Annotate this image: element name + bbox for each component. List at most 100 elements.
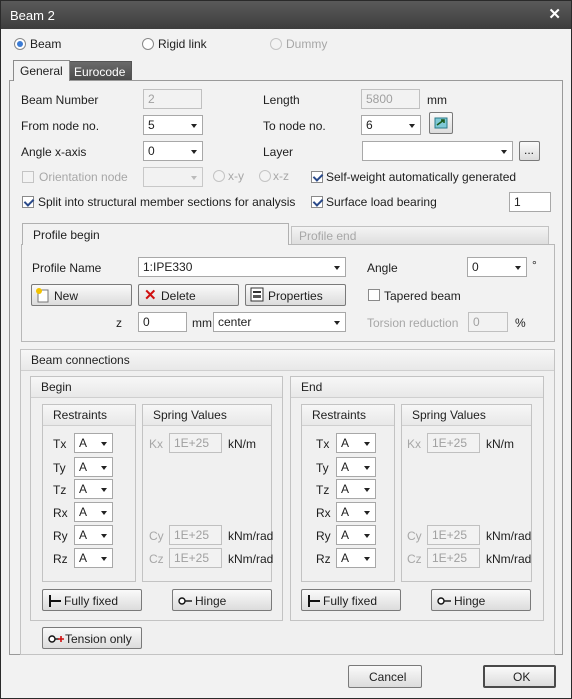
chevron-down-icon: [101, 442, 107, 446]
to-node-label: To node no.: [263, 119, 326, 133]
begin-header: Begin: [31, 377, 282, 398]
layer-browse-button[interactable]: ...: [519, 141, 540, 161]
z-field[interactable]: 0: [138, 312, 187, 332]
ok-button[interactable]: OK: [483, 665, 556, 688]
end-restraints-header: Restraints: [302, 405, 394, 426]
surface-load-label: Surface load bearing: [326, 195, 437, 209]
tension-only-label: Tension only: [65, 632, 132, 646]
tab-eurocode[interactable]: Eurocode: [67, 61, 133, 81]
chevron-down-icon: [101, 488, 107, 492]
begin-rx-select[interactable]: A: [74, 502, 113, 522]
delete-x-icon: ✕: [144, 287, 157, 304]
length-field: 5800: [361, 89, 420, 109]
tapered-beam-checkbox[interactable]: [368, 289, 380, 301]
end-cz-label: Cz: [407, 552, 422, 566]
ok-label: OK: [513, 670, 531, 684]
tab-profile-end[interactable]: Profile end: [291, 226, 549, 244]
end-kx-label: Kx: [407, 437, 422, 451]
end-tz-label: Tz: [316, 483, 330, 497]
end-rx-select[interactable]: A: [336, 502, 376, 522]
begin-tz-select[interactable]: A: [74, 479, 113, 499]
chevron-down-icon: [191, 176, 197, 180]
beam-number-field: 2: [143, 89, 202, 109]
surface-load-field[interactable]: 1: [509, 192, 551, 212]
cancel-button[interactable]: Cancel: [348, 665, 422, 688]
end-rz-label: Rz: [316, 552, 331, 566]
angle-x-label: Angle x-axis: [21, 145, 87, 159]
properties-button[interactable]: Properties: [245, 284, 346, 306]
new-profile-button[interactable]: New: [31, 284, 132, 306]
to-node-select[interactable]: 6: [361, 115, 421, 135]
rigid-link-radio[interactable]: [142, 38, 154, 50]
swap-nodes-button[interactable]: [429, 112, 453, 134]
window-title: Beam 2: [10, 8, 55, 23]
split-sections-checkbox[interactable]: [22, 196, 34, 208]
begin-ry-select[interactable]: A: [74, 525, 113, 545]
tapered-beam-label: Tapered beam: [384, 289, 461, 303]
end-ty-select[interactable]: A: [336, 457, 376, 477]
tab-general[interactable]: General: [13, 60, 70, 81]
close-icon[interactable]: ✕: [548, 5, 561, 23]
begin-cz-unit: kNm/rad: [228, 552, 274, 566]
end-ty-label: Ty: [316, 461, 329, 475]
begin-ty-value: A: [79, 460, 88, 474]
end-rx-value: A: [341, 505, 350, 519]
z-align-select[interactable]: center: [213, 312, 346, 332]
profile-name-select[interactable]: 1:IPE330: [138, 257, 346, 277]
tab-profile-begin[interactable]: Profile begin: [22, 223, 289, 245]
tension-only-button[interactable]: Tension only: [42, 627, 142, 649]
end-title: End: [301, 380, 323, 394]
end-fully-fixed-button[interactable]: Fully fixed: [301, 589, 401, 611]
end-tz-select[interactable]: A: [336, 479, 376, 499]
layer-browse-label: ...: [524, 143, 535, 157]
end-tz-value: A: [341, 482, 350, 496]
end-tx-select[interactable]: A: [336, 433, 376, 453]
begin-tz-label: Tz: [53, 483, 67, 497]
begin-hinge-button[interactable]: Hinge: [172, 589, 272, 611]
orientation-node-select: [143, 167, 203, 187]
begin-kx-field: 1E+25: [169, 433, 222, 453]
begin-restraints-title: Restraints: [53, 408, 108, 422]
begin-ty-select[interactable]: A: [74, 457, 113, 477]
properties-label: Properties: [268, 289, 323, 303]
from-node-value: 5: [148, 118, 155, 132]
profile-angle-select[interactable]: 0: [467, 257, 527, 277]
angle-unit: °: [532, 258, 537, 272]
begin-kx-unit: kN/m: [228, 437, 256, 451]
length-label: Length: [263, 93, 300, 107]
begin-spring-header: Spring Values: [143, 405, 271, 426]
begin-ry-value: A: [79, 528, 88, 542]
end-cz-unit: kNm/rad: [486, 552, 532, 566]
end-spring-header: Spring Values: [402, 405, 531, 426]
begin-rz-select[interactable]: A: [74, 548, 113, 568]
end-ry-select[interactable]: A: [336, 525, 376, 545]
end-kx-field: 1E+25: [427, 433, 480, 453]
chevron-down-icon: [191, 150, 197, 154]
end-kx-unit: kN/m: [486, 437, 514, 451]
end-rz-select[interactable]: A: [336, 548, 376, 568]
chevron-down-icon: [364, 557, 370, 561]
end-ry-label: Ry: [316, 529, 331, 543]
chevron-down-icon: [191, 124, 197, 128]
self-weight-checkbox[interactable]: [311, 171, 323, 183]
beam-radio[interactable]: [14, 38, 26, 50]
dummy-radio: [270, 38, 282, 50]
end-hinge-label: Hinge: [454, 594, 486, 608]
begin-fully-fixed-button[interactable]: Fully fixed: [42, 589, 142, 611]
delete-profile-button[interactable]: ✕ Delete: [138, 284, 239, 306]
chevron-down-icon: [364, 488, 370, 492]
from-node-select[interactable]: 5: [143, 115, 203, 135]
chevron-down-icon: [334, 321, 340, 325]
end-hinge-button[interactable]: Hinge: [431, 589, 531, 611]
angle-x-value: 0: [148, 144, 155, 158]
begin-tx-select[interactable]: A: [74, 433, 113, 453]
angle-x-select[interactable]: 0: [143, 141, 203, 161]
end-header: End: [291, 377, 543, 398]
profile-angle-value: 0: [472, 260, 479, 274]
begin-tz-value: A: [79, 482, 88, 496]
layer-select[interactable]: [362, 141, 513, 161]
fixed-support-icon: [308, 595, 320, 607]
chevron-down-icon: [515, 266, 521, 270]
surface-load-checkbox[interactable]: [311, 196, 323, 208]
orientation-node-checkbox: [22, 171, 34, 183]
